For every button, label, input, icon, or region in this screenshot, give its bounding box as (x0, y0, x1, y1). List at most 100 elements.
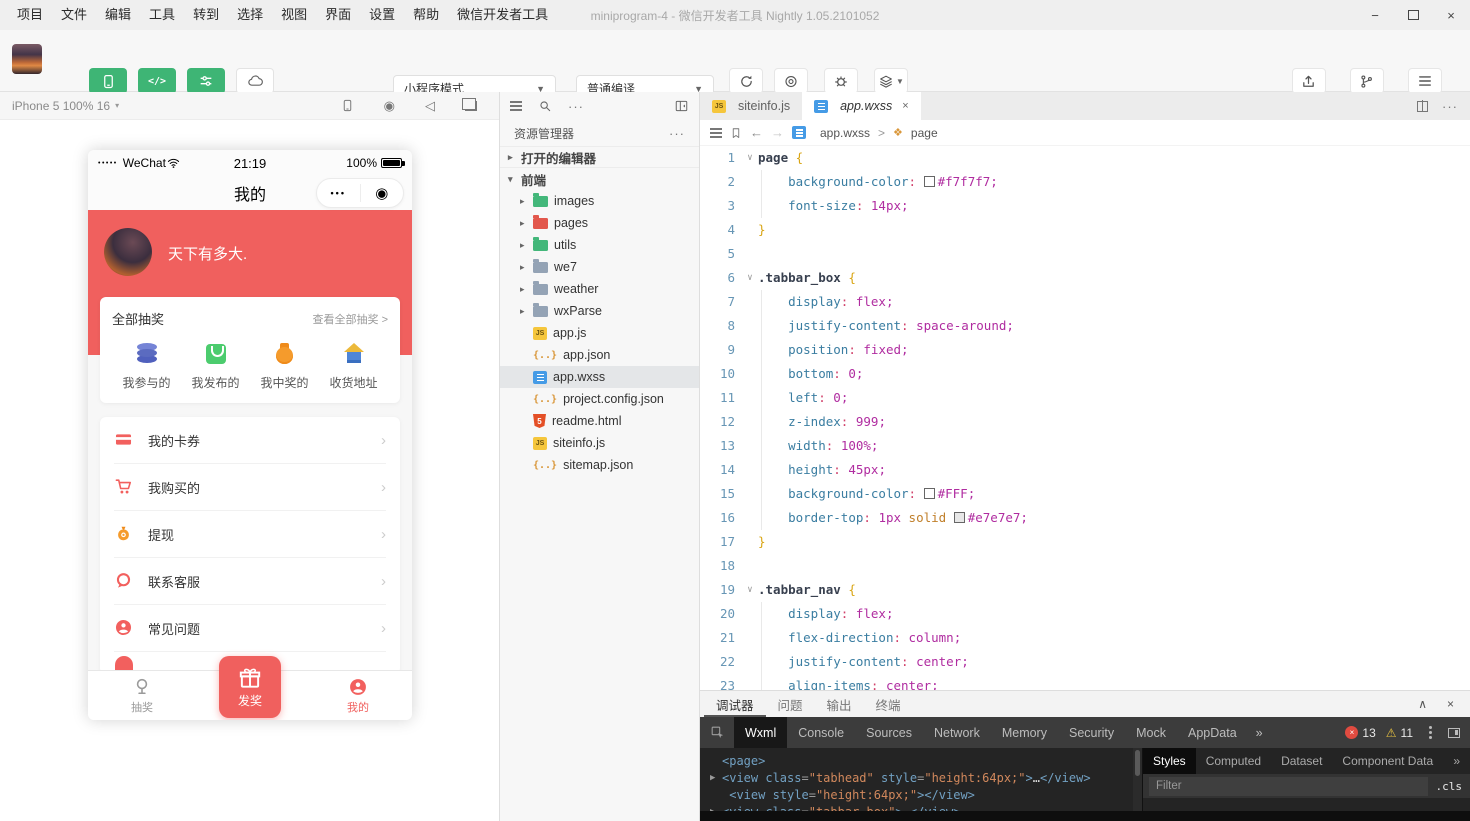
tabbar-item-0[interactable]: 抽奖 (88, 671, 196, 720)
collapse-panel-icon[interactable]: ∧ (1418, 697, 1427, 711)
list-item-2[interactable]: 提现› (114, 511, 386, 558)
lottery-grid-item-2[interactable]: 我中奖的 (250, 342, 319, 391)
explorer-row-pages[interactable]: ▸pages (500, 212, 699, 234)
explorer-row-wxparse[interactable]: ▸wxParse (500, 300, 699, 322)
styles-tab-component-data[interactable]: Component Data (1332, 748, 1443, 774)
expand-arrow-icon[interactable]: ▶ (710, 804, 715, 811)
tabs-overflow-icon[interactable]: » (1248, 726, 1271, 740)
lottery-grid-item-3[interactable]: 收货地址 (319, 342, 388, 391)
menu-item-5[interactable]: 选择 (228, 0, 272, 30)
fold-icon[interactable]: ∨ (742, 578, 758, 602)
menu-item-2[interactable]: 编辑 (96, 0, 140, 30)
devtools-tab-console[interactable]: Console (787, 717, 855, 748)
warning-count[interactable]: ⚠11 (1386, 726, 1413, 740)
user-avatar[interactable] (12, 44, 42, 74)
styles-tab-styles[interactable]: Styles (1143, 748, 1196, 774)
devtools-tab-security[interactable]: Security (1058, 717, 1125, 748)
explorer-row-open-editors[interactable]: ▸打开的编辑器 (500, 146, 699, 168)
wxml-node-3[interactable]: ▶<view class="tabbar_box">…</view> (710, 804, 1133, 811)
list-item-0[interactable]: 我的卡券› (114, 417, 386, 464)
collapsed-arrow-icon[interactable]: ▸ (508, 152, 521, 163)
devtools-tab-network[interactable]: Network (923, 717, 991, 748)
explorer-row-we7[interactable]: ▸we7 (500, 256, 699, 278)
close-panel-icon[interactable]: × (1447, 697, 1454, 711)
maximize-icon[interactable] (1394, 0, 1432, 30)
menu-item-4[interactable]: 转到 (184, 0, 228, 30)
collapsed-arrow-icon[interactable]: ▸ (520, 306, 533, 317)
editor-tab-app-wxss[interactable]: app.wxss× (802, 92, 921, 120)
dock-side-icon[interactable] (1448, 728, 1460, 738)
explorer-row-siteinfo-js[interactable]: JSsiteinfo.js (500, 432, 699, 454)
menu-item-7[interactable]: 界面 (316, 0, 360, 30)
device-icon[interactable] (341, 98, 354, 113)
devtools-tab-appdata[interactable]: AppData (1177, 717, 1248, 748)
expanded-arrow-icon[interactable]: ▾ (508, 174, 521, 185)
outline-icon[interactable] (510, 101, 522, 103)
fold-icon[interactable]: ∨ (742, 266, 758, 290)
devtools-tab-memory[interactable]: Memory (991, 717, 1058, 748)
breadcrumb-file[interactable]: app.wxss (820, 126, 870, 140)
search-icon[interactable] (538, 99, 552, 113)
debugger-tab-1[interactable]: 问题 (766, 691, 815, 717)
explorer-row-weather[interactable]: ▸weather (500, 278, 699, 300)
menu-item-3[interactable]: 工具 (140, 0, 184, 30)
menu-item-8[interactable]: 设置 (360, 0, 404, 30)
toc-icon[interactable] (710, 128, 722, 130)
styles-tab-computed[interactable]: Computed (1196, 748, 1271, 774)
explorer-row-frontend[interactable]: ▾前端 (500, 168, 699, 190)
close-icon[interactable]: × (1432, 0, 1470, 30)
devtools-tab-sources[interactable]: Sources (855, 717, 923, 748)
scrollbar[interactable] (1133, 748, 1142, 811)
record-icon[interactable]: ◉ (384, 99, 395, 112)
collapsed-arrow-icon[interactable]: ▸ (520, 284, 533, 295)
explorer-row-app-wxss[interactable]: app.wxss (500, 366, 699, 388)
error-count[interactable]: ×13 (1345, 726, 1375, 740)
close-tab-icon[interactable]: × (902, 100, 908, 112)
list-item-4[interactable]: 常见问题› (114, 605, 386, 652)
tabbar-item-1[interactable]: 发奖 (196, 671, 304, 720)
minimize-icon[interactable]: − (1356, 0, 1394, 30)
view-all-lottery-link[interactable]: 查看全部抽奖 > (313, 311, 388, 327)
exit-miniprogram-icon[interactable]: ◉ (361, 184, 404, 202)
collapsed-arrow-icon[interactable]: ▸ (520, 196, 533, 207)
lottery-grid-item-1[interactable]: 我发布的 (181, 342, 250, 391)
collapsed-arrow-icon[interactable]: ▸ (520, 218, 533, 229)
explorer-row-project-config-json[interactable]: {..}project.config.json (500, 388, 699, 410)
nav-back-icon[interactable]: ← (750, 125, 763, 140)
fold-icon[interactable]: ∨ (742, 146, 758, 170)
more-icon[interactable]: ··· (568, 99, 584, 114)
device-selector[interactable]: iPhone 5 100% 16 (12, 99, 110, 113)
breadcrumb-node[interactable]: page (911, 126, 938, 140)
explorer-row-readme-html[interactable]: 5readme.html (500, 410, 699, 432)
kebab-menu-icon[interactable] (1429, 731, 1432, 734)
collapse-sidebar-icon[interactable] (674, 99, 689, 113)
explorer-row-app-json[interactable]: {..}app.json (500, 344, 699, 366)
devtools-tab-wxml[interactable]: Wxml (734, 717, 787, 748)
mute-icon[interactable]: ◁ (425, 99, 435, 112)
wxml-node-1[interactable]: ▶<view class="tabhead" style="height:64p… (710, 770, 1133, 787)
bookmark-icon[interactable] (730, 126, 742, 140)
tabbar-item-2[interactable]: 我的 (304, 671, 412, 720)
more-menu-icon[interactable]: ••• (317, 188, 360, 198)
menu-item-6[interactable]: 视图 (272, 0, 316, 30)
list-item-3[interactable]: 联系客服› (114, 558, 386, 605)
collapsed-arrow-icon[interactable]: ▸ (520, 240, 533, 251)
styles-tab-dataset[interactable]: Dataset (1271, 748, 1332, 774)
code-area[interactable]: 1∨page {2 background-color: #f7f7f7;3 fo… (700, 146, 1470, 690)
wxml-node-0[interactable]: <page> (710, 753, 1133, 770)
menu-item-1[interactable]: 文件 (52, 0, 96, 30)
menu-item-10[interactable]: 微信开发者工具 (448, 0, 557, 30)
menu-item-9[interactable]: 帮助 (404, 0, 448, 30)
inspect-element-icon[interactable] (700, 717, 734, 748)
explorer-row-utils[interactable]: ▸utils (500, 234, 699, 256)
wxml-tree[interactable]: <page>▶<view class="tabhead" style="heig… (700, 748, 1133, 811)
expand-arrow-icon[interactable]: ▶ (710, 770, 715, 787)
devtools-tab-mock[interactable]: Mock (1125, 717, 1177, 748)
explorer-row-sitemap-json[interactable]: {..}sitemap.json (500, 454, 699, 476)
debugger-tab-0[interactable]: 调试器 (704, 691, 766, 717)
debugger-tab-2[interactable]: 输出 (815, 691, 864, 717)
filter-input[interactable]: Filter (1149, 777, 1428, 796)
gift-tab-button[interactable]: 发奖 (219, 656, 281, 718)
lottery-grid-item-0[interactable]: 我参与的 (112, 342, 181, 391)
cls-button[interactable]: .cls (1436, 780, 1463, 793)
